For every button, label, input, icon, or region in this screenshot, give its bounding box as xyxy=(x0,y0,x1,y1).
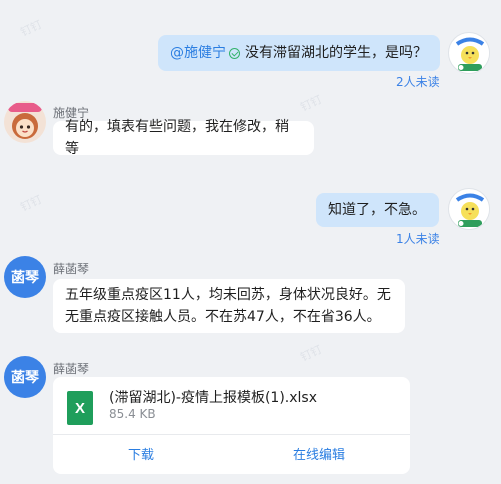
sender-avatar[interactable]: 菡琴 xyxy=(4,256,46,298)
message-text: 知道了，不急。 xyxy=(328,202,426,218)
chick-mascot-icon xyxy=(450,34,489,73)
sender-name: 薛菡琴 xyxy=(53,362,90,376)
unread-count-status[interactable]: 1人未读 xyxy=(396,230,440,247)
outgoing-message-bubble[interactable]: 知道了，不急。 xyxy=(316,193,439,227)
watermark: 钉钉 xyxy=(298,92,324,114)
message-text-line: 无重点疫区接触人员。不在苏47人，不在省36人。 xyxy=(65,309,381,325)
mention-link[interactable]: @施健宁 xyxy=(170,43,226,63)
file-name[interactable]: (滞留湖北)-疫情上报模板(1).xlsx xyxy=(109,387,317,407)
file-size: 85.4 KB xyxy=(109,407,156,421)
watermark: 钉钉 xyxy=(18,17,44,39)
divider xyxy=(53,434,410,435)
sender-avatar[interactable] xyxy=(4,101,46,143)
incoming-message-bubble[interactable]: 有的，填表有些问题，我在修改，稍等 xyxy=(53,119,314,157)
girl-avatar-icon xyxy=(4,101,46,143)
message-text: 有的，填表有些问题，我在修改，稍等 xyxy=(65,119,289,157)
watermark: 钉钉 xyxy=(298,342,324,364)
watermark: 钉钉 xyxy=(18,192,44,214)
message-text: 没有滞留湖北的学生，是吗？ xyxy=(245,45,427,61)
chick-mascot-icon xyxy=(450,190,489,229)
excel-file-icon: X xyxy=(67,391,93,425)
self-avatar[interactable] xyxy=(448,32,490,74)
message-text-line: 五年级重点疫区11人，均未回苏，身体状况良好。无 xyxy=(65,287,391,303)
outgoing-message-bubble[interactable]: @施健宁 没有滞留湖北的学生，是吗？ xyxy=(158,35,440,71)
sender-name: 薛菡琴 xyxy=(53,262,90,276)
sender-avatar[interactable]: 菡琴 xyxy=(4,356,46,398)
online-edit-button[interactable]: 在线编辑 xyxy=(293,444,345,463)
download-button[interactable]: 下载 xyxy=(128,444,154,463)
self-avatar[interactable] xyxy=(448,188,490,230)
file-attachment-card[interactable]: X (滞留湖北)-疫情上报模板(1).xlsx 85.4 KB 下载 在线编辑 xyxy=(53,377,410,474)
unread-count-status[interactable]: 2人未读 xyxy=(396,73,440,90)
incoming-message-bubble[interactable]: 五年级重点疫区11人，均未回苏，身体状况良好。无 无重点疫区接触人员。不在苏47… xyxy=(53,279,405,333)
verified-check-icon xyxy=(229,47,240,59)
